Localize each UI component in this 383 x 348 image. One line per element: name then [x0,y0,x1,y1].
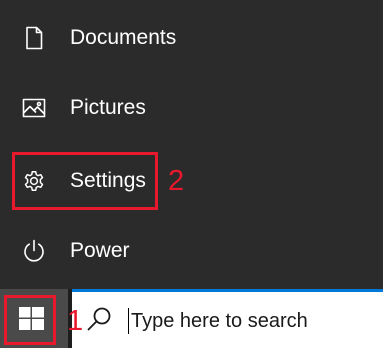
search-icon [86,306,112,332]
start-button[interactable] [0,289,68,348]
gear-icon [22,169,46,193]
menu-item-label: Pictures [70,96,146,119]
start-menu: Documents Pictures Settings Power [0,0,383,289]
pictures-icon [22,96,46,120]
annotation-number-2: 2 [168,165,185,197]
annotation-number-1: 1 [67,305,84,337]
windows-logo-icon [19,307,44,330]
menu-item-label: Settings [70,169,146,192]
search-placeholder: Type here to search [131,310,308,332]
taskbar: Type here to search [0,289,383,348]
menu-item-label: Documents [70,26,177,49]
text-caret [128,308,129,334]
start-menu-item-power[interactable]: Power [0,231,383,271]
start-menu-item-settings[interactable]: Settings [0,161,383,201]
search-box[interactable]: Type here to search [72,289,383,348]
document-icon [22,26,46,50]
start-menu-item-documents[interactable]: Documents [0,18,383,58]
start-menu-item-pictures[interactable]: Pictures [0,88,383,128]
power-icon [22,239,46,263]
menu-item-label: Power [70,239,130,262]
